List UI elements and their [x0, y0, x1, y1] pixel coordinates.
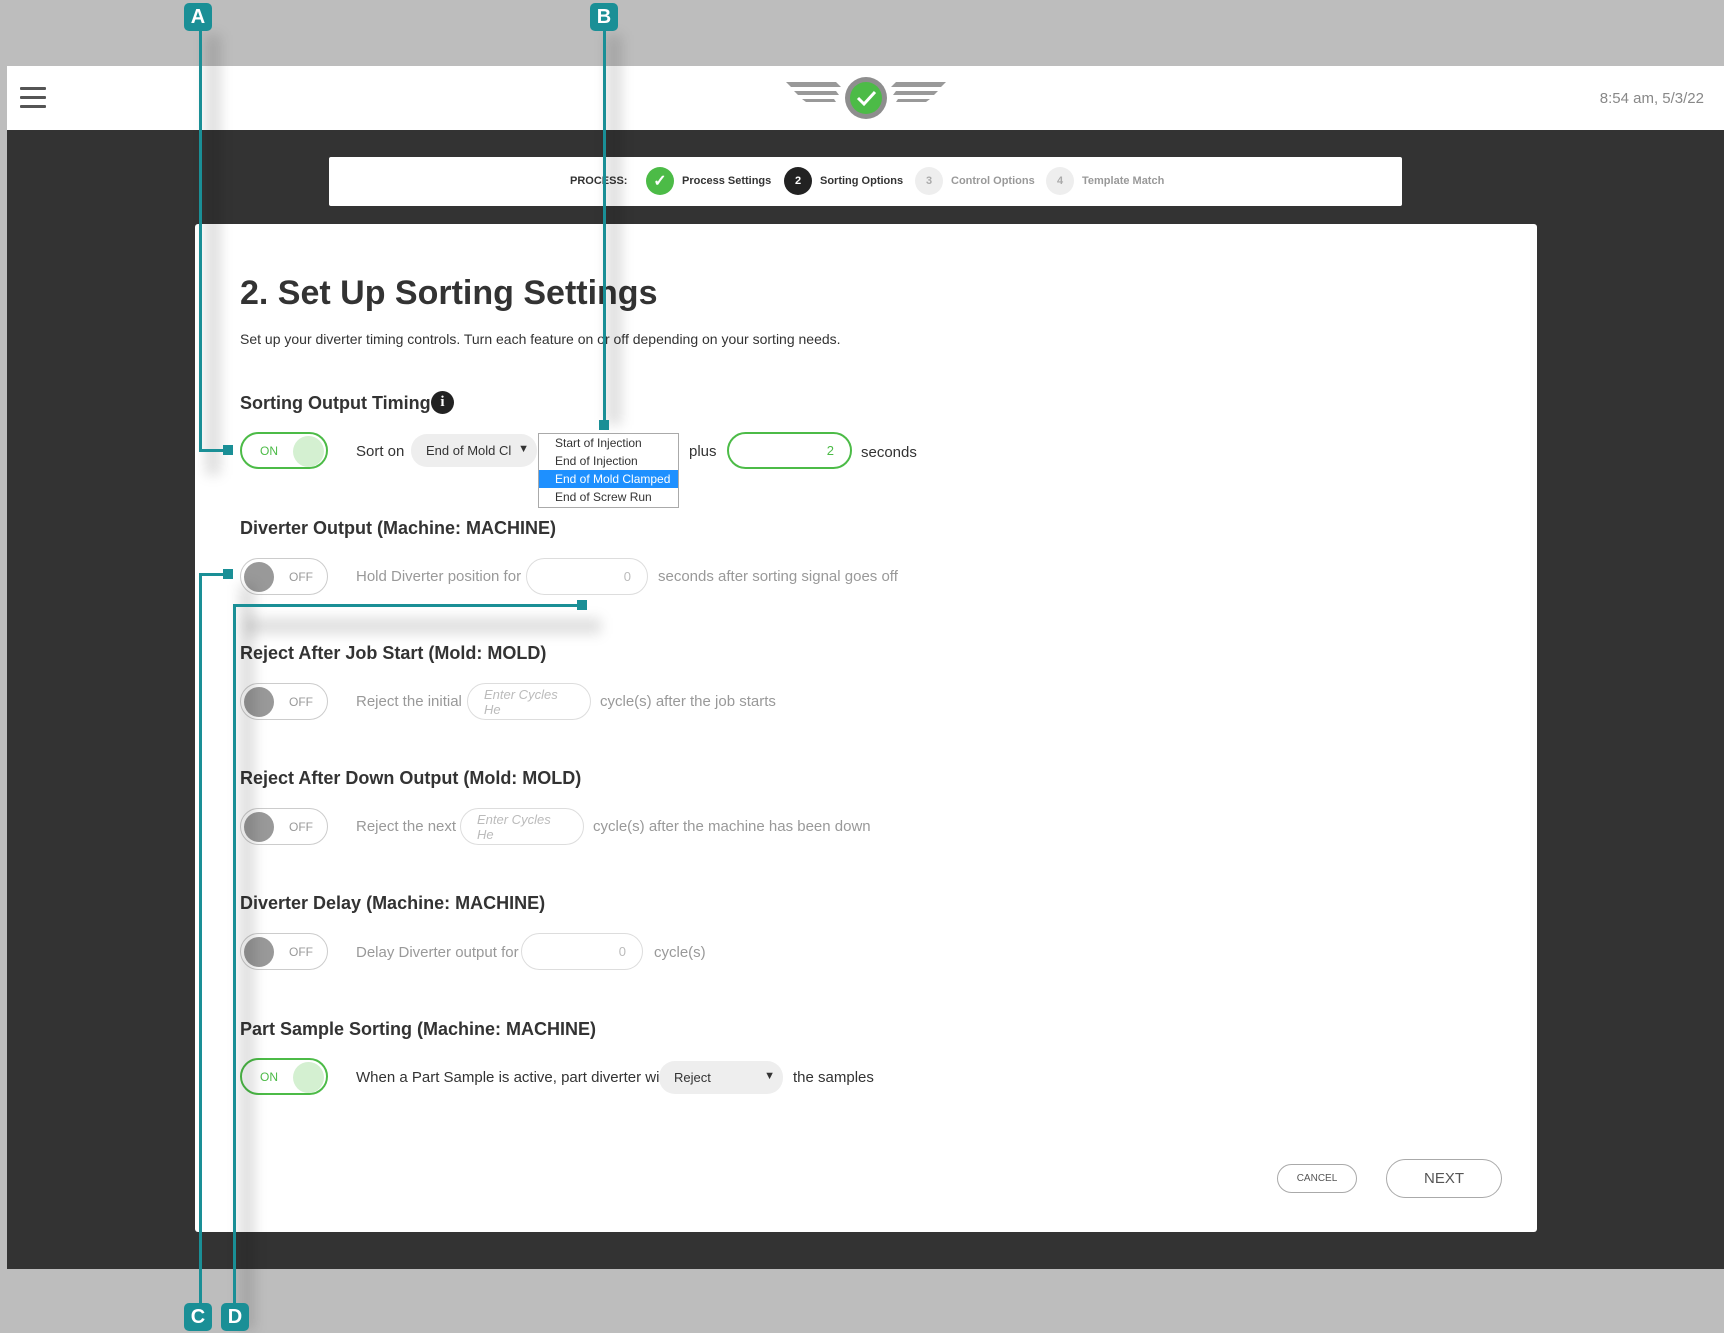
callout-anchor-d — [577, 600, 587, 610]
sort-on-select[interactable]: End of Mold Cl ▼ — [411, 434, 537, 467]
callout-anchor-c — [223, 569, 233, 579]
callout-anchor-b — [599, 420, 609, 430]
step-template-match[interactable]: 4 Template Match — [1046, 167, 1164, 195]
reject-initial-suffix: cycle(s) after the job starts — [600, 693, 776, 710]
part-sample-label: When a Part Sample is active, part diver… — [356, 1069, 667, 1086]
sort-on-label: Sort on — [356, 443, 405, 460]
callout-line-d — [233, 604, 583, 607]
input-placeholder: Enter Cycles He — [477, 811, 551, 842]
hold-diverter-suffix: seconds after sorting signal goes off — [658, 568, 898, 585]
step-number: 4 — [1046, 167, 1074, 195]
cancel-button[interactable]: CANCEL — [1277, 1164, 1357, 1193]
step-control-options[interactable]: 3 Control Options — [915, 167, 1035, 195]
step-number: 2 — [784, 167, 812, 195]
section-heading: Reject After Job Start (Mold: MOLD) — [240, 643, 547, 663]
hamburger-menu-icon[interactable] — [20, 87, 46, 109]
dropdown-option-selected[interactable]: End of Mold Clamped — [539, 470, 678, 488]
step-label: Control Options — [951, 175, 1035, 187]
dropdown-option[interactable]: Start of Injection — [539, 434, 678, 452]
toggle-label: OFF — [289, 570, 313, 584]
hold-diverter-label: Hold Diverter position for — [356, 568, 522, 585]
check-icon: ✓ — [646, 167, 674, 195]
input-value: 0 — [618, 944, 626, 959]
callout-marker-c: C — [184, 1303, 212, 1331]
hold-diverter-input[interactable]: 0 — [526, 558, 648, 595]
next-button[interactable]: NEXT — [1386, 1159, 1502, 1198]
seconds-label: seconds — [861, 444, 917, 461]
callout-marker-a: A — [184, 3, 212, 31]
reject-next-label: Reject the next — [356, 818, 457, 835]
toggle-label: ON — [260, 1070, 278, 1084]
callout-anchor-a — [223, 445, 233, 455]
callout-line-a — [199, 30, 202, 451]
toggle-label: OFF — [289, 945, 313, 959]
reject-next-suffix: cycle(s) after the machine has been down — [593, 818, 871, 835]
toggle-label: OFF — [289, 695, 313, 709]
callout-line-a — [199, 449, 225, 452]
step-label: Template Match — [1082, 175, 1165, 187]
input-placeholder: Enter Cycles He — [484, 686, 558, 717]
callout-shadow — [239, 585, 255, 1330]
part-sample-select[interactable]: Reject ▼ — [659, 1061, 783, 1094]
callout-line-c — [199, 573, 202, 1311]
section-heading: Part Sample Sorting (Machine: MACHINE) — [240, 1019, 597, 1039]
delay-diverter-suffix: cycle(s) — [654, 944, 706, 961]
callout-marker-b: B — [590, 3, 618, 31]
toggle-label: OFF — [289, 820, 313, 834]
reject-next-input[interactable]: Enter Cycles He — [460, 808, 584, 845]
page-title: 2. Set Up Sorting Settings — [240, 274, 658, 312]
dropdown-option[interactable]: End of Screw Run — [539, 488, 678, 506]
section-heading: Diverter Output (Machine: MACHINE) — [240, 518, 557, 538]
clock-timestamp: 8:54 am, 5/3/22 — [1599, 90, 1704, 107]
section-heading: Reject After Down Output (Mold: MOLD) — [240, 768, 582, 788]
input-value: 2 — [826, 443, 834, 458]
callout-shadow — [606, 35, 622, 425]
callout-shadow — [245, 618, 601, 634]
dropdown-option[interactable]: End of Injection — [539, 452, 678, 470]
app-logo — [786, 77, 946, 119]
step-label: Sorting Options — [820, 175, 904, 187]
callout-shadow — [205, 35, 221, 475]
delay-diverter-input[interactable]: 0 — [521, 933, 643, 970]
section-heading: Diverter Delay (Machine: MACHINE) — [240, 893, 546, 913]
toggle-knob — [293, 436, 324, 467]
sorting-output-toggle[interactable]: ON — [240, 432, 328, 469]
chevron-down-icon: ▼ — [518, 443, 529, 455]
callout-line-b — [603, 30, 606, 425]
part-sample-suffix: the samples — [793, 1069, 874, 1086]
chevron-down-icon: ▼ — [764, 1070, 775, 1082]
select-value: Reject — [674, 1070, 711, 1085]
input-value: 0 — [623, 569, 631, 584]
step-label: Process Settings — [682, 175, 772, 187]
page-description: Set up your diverter timing controls. Tu… — [240, 331, 841, 347]
sort-on-dropdown-list: Start of Injection End of Injection End … — [538, 433, 679, 508]
toggle-knob — [293, 1062, 324, 1093]
info-icon[interactable]: i — [431, 391, 454, 414]
seconds-input[interactable]: 2 — [727, 432, 852, 469]
step-number: 3 — [915, 167, 943, 195]
section-heading: Sorting Output Timing — [240, 393, 431, 413]
reject-initial-input[interactable]: Enter Cycles He — [467, 683, 591, 720]
delay-diverter-label: Delay Diverter output for — [356, 944, 519, 961]
step-process-settings[interactable]: ✓ Process Settings — [646, 167, 771, 195]
reject-initial-label: Reject the initial — [356, 693, 462, 710]
callout-line-c — [199, 573, 225, 576]
plus-label: plus — [689, 443, 717, 460]
callout-line-d — [233, 604, 236, 1311]
toggle-label: ON — [260, 444, 278, 458]
select-value: End of Mold Cl — [426, 443, 512, 458]
step-sorting-options[interactable]: 2 Sorting Options — [784, 167, 903, 195]
callout-marker-d: D — [221, 1303, 249, 1331]
